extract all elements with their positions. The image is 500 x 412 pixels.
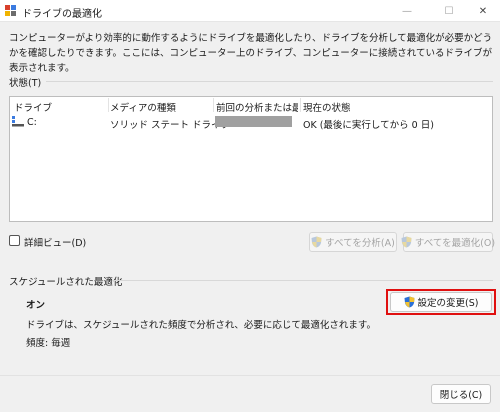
schedule-state: オン — [26, 300, 46, 311]
footer — [0, 375, 500, 412]
change-settings-button[interactable]: 設定の変更(S) — [390, 292, 492, 312]
close-button[interactable]: 閉じる(C) — [431, 384, 491, 404]
column-separator[interactable] — [213, 98, 214, 112]
minimize-button[interactable]: — — [390, 0, 424, 22]
status-section-label: 状態(T) — [9, 78, 42, 89]
close-icon: ✕ — [478, 5, 488, 17]
schedule-detail: ドライブは、スケジュールされた頻度で分析され、必要に応じて最適化されます。 — [26, 320, 376, 331]
maximize-icon: ☐ — [444, 5, 454, 17]
column-header-current-status[interactable]: 現在の状態 — [303, 100, 423, 114]
defrag-app-icon — [5, 5, 16, 16]
media-type: ソリッド ステート ドライブ — [110, 120, 231, 131]
window-title: ドライブの最適化 — [22, 9, 102, 20]
column-header-media-type[interactable]: メディアの種類 — [110, 100, 210, 114]
drive-icon — [12, 116, 24, 127]
close-button-label: 閉じる(C) — [439, 390, 483, 401]
maximize-button[interactable]: ☐ — [432, 0, 466, 22]
uac-shield-icon — [401, 236, 412, 248]
schedule-frequency: 頻度: 毎週 — [26, 338, 71, 349]
column-separator[interactable] — [300, 98, 301, 112]
change-settings-label: 設定の変更(S) — [417, 298, 479, 309]
column-header-last-analyzed[interactable]: 前回の分析または最... — [216, 100, 298, 114]
column-header-drive[interactable]: ドライブ — [14, 100, 106, 114]
uac-shield-icon — [311, 236, 322, 248]
last-analyzed-redacted — [215, 116, 292, 127]
schedule-section-label: スケジュールされた最適化 — [9, 277, 123, 288]
description-text: コンピューターがより効率的に動作するようにドライブを最適化したり、ドライブを分析… — [9, 33, 493, 74]
schedule-divider — [112, 280, 493, 281]
advanced-view-checkbox[interactable] — [9, 235, 20, 246]
drive-list[interactable]: ドライブ メディアの種類 前回の分析または最... 現在の状態 C: ソリッド … — [9, 96, 493, 222]
current-status: OK (最後に実行してから 0 日) — [303, 120, 434, 131]
uac-shield-icon — [404, 296, 415, 308]
minimize-icon: — — [402, 5, 412, 17]
status-divider — [46, 81, 493, 82]
optimize-all-button[interactable]: すべてを最適化(O) — [401, 232, 496, 252]
analyze-all-button[interactable]: すべてを分析(A) — [309, 232, 397, 252]
advanced-view-label[interactable]: 詳細ビュー(D) — [24, 235, 86, 249]
column-separator[interactable] — [108, 98, 109, 112]
drive-letter: C: — [27, 117, 37, 128]
optimize-all-label: すべてを最適化(O) — [414, 238, 496, 249]
close-window-button[interactable]: ✕ — [466, 0, 500, 22]
analyze-all-label: すべてを分析(A) — [325, 238, 395, 249]
title-bar: ドライブの最適化 — ☐ ✕ — [0, 0, 500, 22]
